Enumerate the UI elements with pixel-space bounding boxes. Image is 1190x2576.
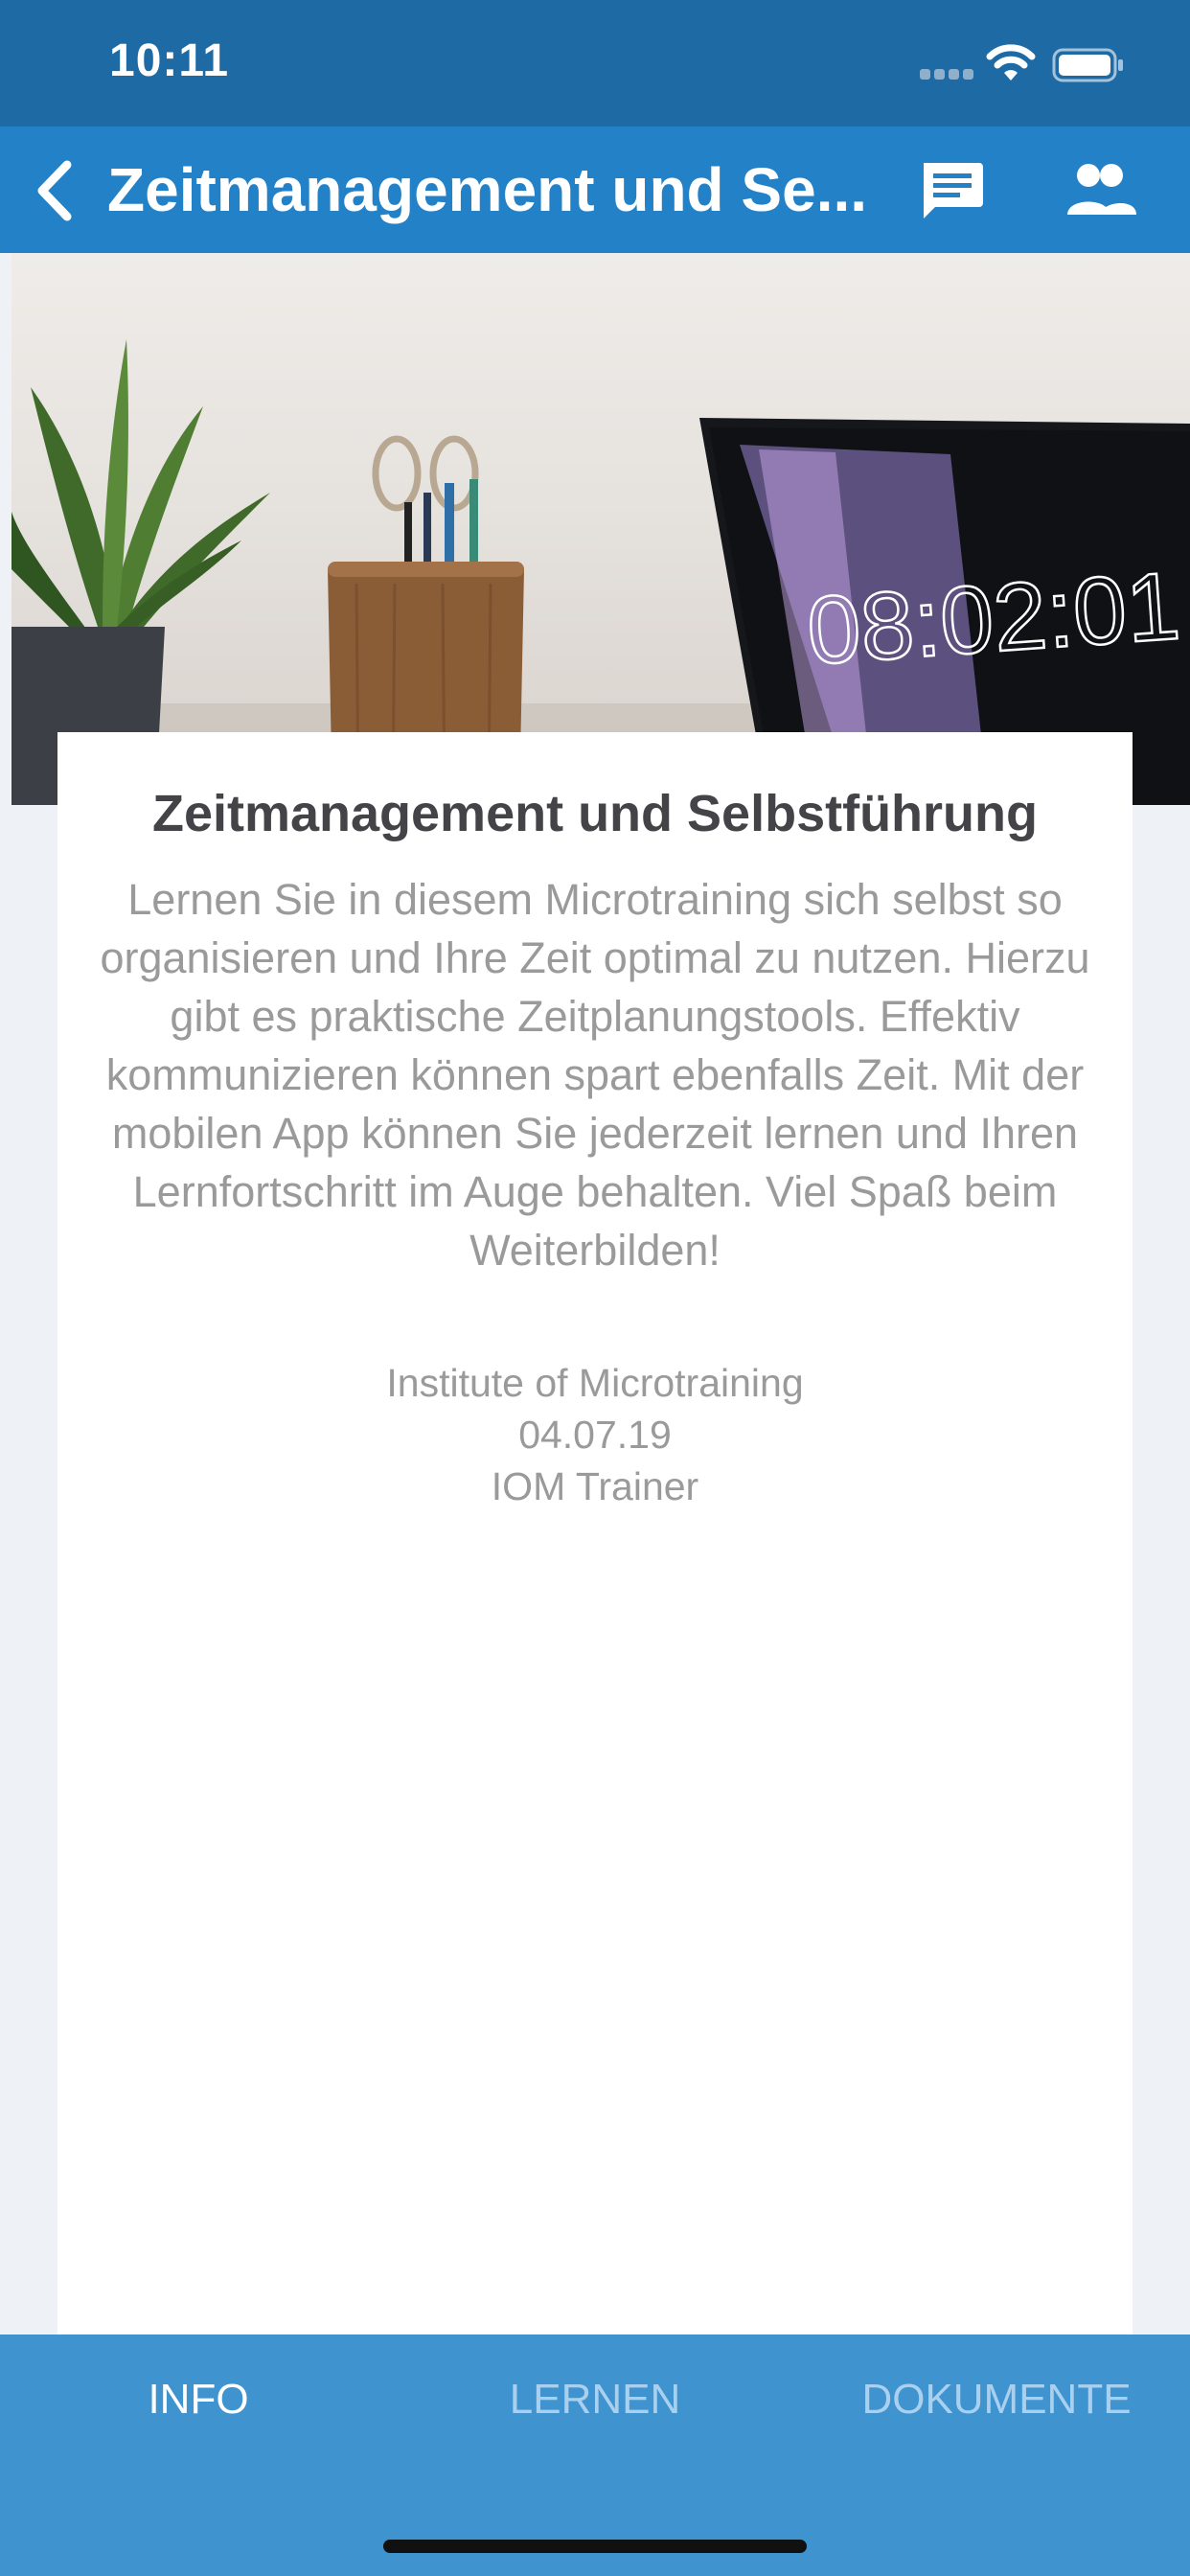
course-date: 04.07.19 (518, 1413, 672, 1457)
course-author: IOM Trainer (491, 1464, 699, 1508)
wifi-icon (986, 44, 1036, 80)
people-icon[interactable] (1064, 161, 1140, 218)
course-description: Lernen Sie in diesem Microtraining sich … (100, 875, 1090, 1275)
course-title: Zeitmanagement und Selbstführung (151, 785, 1039, 842)
nav-title: Zeitmanagement und Se... (107, 155, 868, 224)
back-chevron-icon[interactable] (29, 157, 86, 224)
course-info-card: Zeitmanagement und Selbstführung Lernen … (57, 732, 1133, 2334)
course-hero-image: 08:02:01 (11, 253, 1190, 805)
status-bar: 10:11 (0, 0, 1190, 126)
chat-icon[interactable] (918, 159, 985, 220)
tab-info[interactable]: INFO (57, 2371, 339, 2428)
tab-lernen[interactable]: LERNEN (454, 2371, 736, 2428)
battery-icon (1052, 48, 1123, 82)
home-indicator[interactable] (383, 2540, 807, 2553)
app-screen: 10:11 Zeitmanagement und Se... 08:02:01 … (0, 0, 1190, 2576)
cellular-signal-icon (920, 69, 975, 80)
tab-dokumente[interactable]: DOKUMENTE (824, 2371, 1169, 2428)
navigation-bar: Zeitmanagement und Se... (0, 126, 1190, 253)
course-meta: Institute of Microtraining 04.07.19 IOM … (57, 1357, 1133, 1512)
course-organization: Institute of Microtraining (386, 1361, 804, 1405)
status-time: 10:11 (109, 35, 230, 86)
